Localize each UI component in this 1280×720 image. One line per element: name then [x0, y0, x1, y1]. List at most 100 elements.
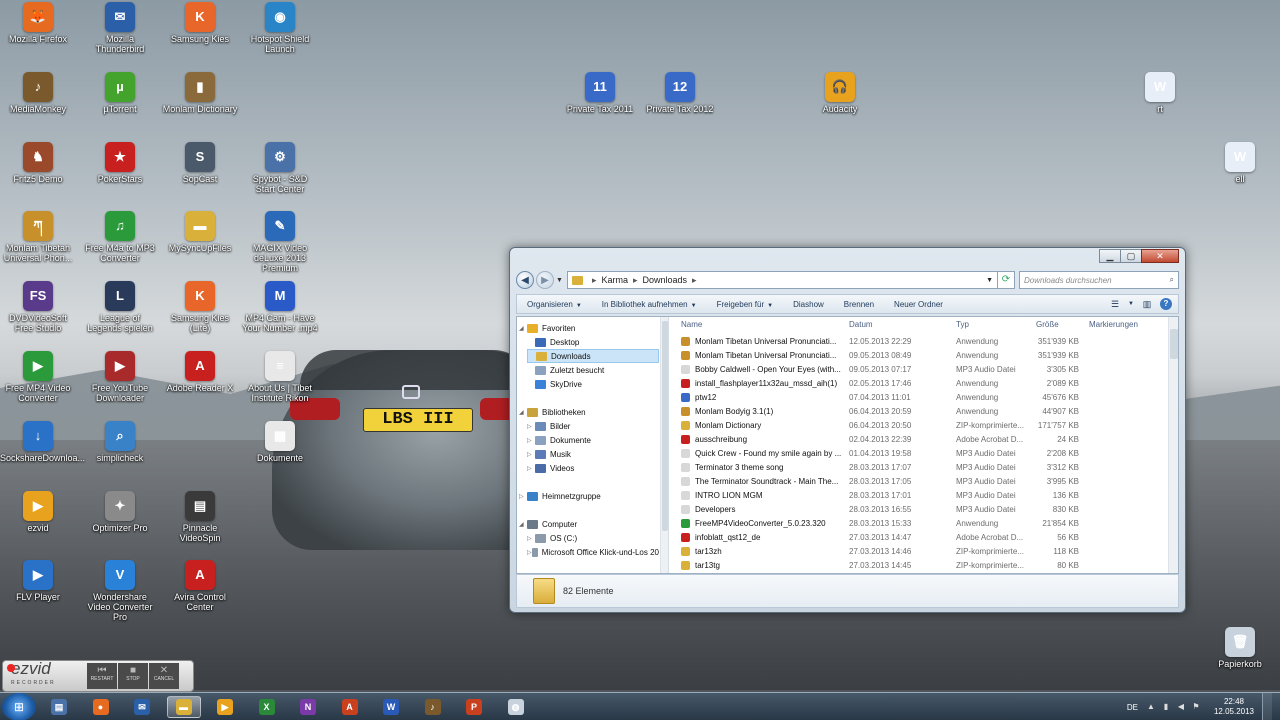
- expand-arrow-icon[interactable]: ▷: [527, 465, 535, 472]
- recent-pages-dropdown-icon[interactable]: ▼: [556, 277, 563, 284]
- desktop-shortcut[interactable]: ▬ MySyncUpFiles: [162, 211, 238, 253]
- taskbar-item[interactable]: ♪: [416, 696, 450, 718]
- column-header-2[interactable]: Typ: [956, 320, 969, 329]
- desktop-shortcut[interactable]: ▦ Dokumente: [242, 421, 318, 463]
- flag-icon[interactable]: ⚑: [1191, 702, 1201, 712]
- desktop-shortcut[interactable]: 11 Private Tax 2011: [562, 72, 638, 114]
- desktop-shortcut[interactable]: 🎧 Audacity: [802, 72, 878, 114]
- desktop-shortcut[interactable]: ▶ FLV Player: [0, 560, 76, 602]
- collapse-arrow-icon[interactable]: ◢: [519, 409, 527, 416]
- breadcrumb-chevron-icon[interactable]: ▸: [692, 275, 697, 286]
- forward-button[interactable]: ▶: [536, 271, 554, 289]
- taskbar-item[interactable]: ▬: [166, 696, 201, 718]
- cancel-button[interactable]: ✕ CANCEL: [149, 663, 179, 689]
- column-header-0[interactable]: Name: [681, 320, 702, 329]
- taskbar-item[interactable]: N: [291, 696, 325, 718]
- file-row[interactable]: Monlam Dictionary 06.04.2013 20:50 ZIP-kom…: [669, 419, 1168, 433]
- show-desktop-button[interactable]: [1262, 693, 1272, 720]
- file-row[interactable]: FreeMP4VideoConverter_5.0.23.320 28.03.20…: [669, 517, 1168, 531]
- desktop-shortcut[interactable]: ≡ About Us | Tibet Institute Rikon: [242, 351, 318, 403]
- breadcrumb-karma[interactable]: Karma: [601, 275, 628, 285]
- nav-item-microsoft-office-klick-und-los-20[interactable]: ▷ Microsoft Office Klick-und-Los 20: [527, 545, 659, 559]
- maximize-button[interactable]: ▢: [1120, 249, 1142, 263]
- desktop-shortcut[interactable]: ▤ Pinnacle VideoSpin: [162, 491, 238, 543]
- desktop-shortcut[interactable]: A Adobe Reader X: [162, 351, 238, 393]
- command-in-bibliothek-aufnehmen[interactable]: In Bibliothek aufnehmen ▼: [592, 300, 707, 309]
- nav-item-desktop[interactable]: Desktop: [527, 335, 659, 349]
- volume-icon[interactable]: ◀: [1176, 702, 1186, 712]
- view-dropdown-icon[interactable]: ▼: [1128, 298, 1134, 310]
- desktop-shortcut[interactable]: ★ PokerStars: [82, 142, 158, 184]
- file-row[interactable]: infoblatt_qst12_de 27.03.2013 14:47 Adobe …: [669, 531, 1168, 545]
- desktop-shortcut[interactable]: 12 Private Tax 2012: [642, 72, 718, 114]
- desktop-shortcut[interactable]: ▶ Free YouTube Downloader: [82, 351, 158, 403]
- stop-button[interactable]: ■ STOP: [118, 663, 148, 689]
- taskbar-item[interactable]: A: [333, 696, 367, 718]
- back-button[interactable]: ◀: [516, 271, 534, 289]
- expand-arrow-icon[interactable]: ▷: [527, 437, 535, 444]
- expand-arrow-icon[interactable]: ▷: [527, 535, 535, 542]
- breadcrumb-chevron-icon[interactable]: ▸: [633, 275, 638, 286]
- desktop-shortcut[interactable]: 🦊 Mozilla Firefox: [0, 2, 76, 44]
- minimize-button[interactable]: ▁: [1099, 249, 1121, 263]
- view-options-icon[interactable]: ☰: [1108, 298, 1122, 310]
- file-row[interactable]: INTRO LION MGM 28.03.2013 17:01 MP3 Audio …: [669, 489, 1168, 503]
- file-row[interactable]: Developers 28.03.2013 16:55 MP3 Audio Date…: [669, 503, 1168, 517]
- desktop-shortcut[interactable]: ♫ Free M4a to MP3 Converter: [82, 211, 158, 263]
- navigation-scroll-thumb[interactable]: [662, 321, 668, 531]
- desktop-shortcut[interactable]: ♪ MediaMonkey: [0, 72, 76, 114]
- address-bar[interactable]: ▸ Karma ▸ Downloads ▸ ▼: [566, 271, 998, 289]
- file-row[interactable]: ptw12 07.04.2013 11:01 Anwendung 45'676 KB: [669, 391, 1168, 405]
- desktop-shortcut[interactable]: ♞ Fritz5 Demo: [0, 142, 76, 184]
- file-row[interactable]: Terminator 3 theme song 28.03.2013 17:07 M…: [669, 461, 1168, 475]
- nav-item-skydrive[interactable]: SkyDrive: [527, 377, 659, 391]
- desktop-shortcut[interactable]: ▮ Monlam Dictionary: [162, 72, 238, 114]
- command-brennen[interactable]: Brennen: [834, 300, 884, 309]
- command-diashow[interactable]: Diashow: [783, 300, 834, 309]
- nav-item-downloads[interactable]: Downloads: [527, 349, 659, 363]
- search-input[interactable]: Downloads durchsuchen ⌕: [1019, 271, 1179, 289]
- start-button[interactable]: ⊞: [2, 693, 36, 720]
- desktop-shortcut[interactable]: µ µTorrent: [82, 72, 158, 114]
- command-neuer-ordner[interactable]: Neuer Ordner: [884, 300, 953, 309]
- desktop-shortcut[interactable]: ▶ ezvid: [0, 491, 76, 533]
- tray-expand-icon[interactable]: ▲: [1146, 702, 1156, 712]
- taskbar-item[interactable]: P: [457, 696, 491, 718]
- address-dropdown-icon[interactable]: ▼: [986, 277, 993, 284]
- search-icon[interactable]: ⌕: [1170, 275, 1174, 285]
- file-list-scrollbar[interactable]: [1168, 317, 1178, 573]
- taskbar-item[interactable]: ●: [84, 696, 118, 718]
- taskbar-item[interactable]: ✉: [125, 696, 159, 718]
- nav-item-bibliotheken[interactable]: ◢ Bibliotheken: [519, 405, 659, 419]
- collapse-arrow-icon[interactable]: ◢: [519, 521, 527, 528]
- column-header-4[interactable]: Markierungen: [1089, 320, 1138, 329]
- file-row[interactable]: Bobby Caldwell - Open Your Eyes (with...…: [669, 363, 1168, 377]
- taskbar-item[interactable]: ▶: [208, 696, 242, 718]
- desktop-shortcut[interactable]: 🗑 Papierkorb: [1202, 627, 1278, 669]
- desktop-shortcut[interactable]: V Wondershare Video Converter Pro: [82, 560, 158, 622]
- network-icon[interactable]: ▮: [1161, 702, 1171, 712]
- expand-arrow-icon[interactable]: ▷: [527, 423, 535, 430]
- desktop-shortcut[interactable]: FS DVDVideoSoft Free Studio: [0, 281, 76, 333]
- desktop-shortcut[interactable]: ↓ SockshareDownloa...: [0, 421, 85, 463]
- navigation-scrollbar[interactable]: [660, 317, 668, 573]
- preview-pane-icon[interactable]: ▥: [1140, 298, 1154, 310]
- desktop-shortcut[interactable]: ✎ MAGIX Video deLuxe 2013 Premium: [242, 211, 318, 273]
- breadcrumb-chevron-icon[interactable]: ▸: [592, 275, 597, 286]
- desktop-shortcut[interactable]: ◉ Hotspot Shield Launch: [242, 2, 318, 54]
- close-button[interactable]: ✕: [1141, 249, 1179, 263]
- column-header-1[interactable]: Datum: [849, 320, 873, 329]
- expand-arrow-icon[interactable]: ▷: [519, 493, 527, 500]
- help-icon[interactable]: ?: [1160, 298, 1172, 310]
- refresh-button[interactable]: ⟳: [997, 271, 1015, 289]
- nav-item-computer[interactable]: ◢ Computer: [519, 517, 659, 531]
- explorer-window[interactable]: ▁ ▢ ✕ ◀ ▶ ▼ ▸ Karma ▸ Downloads ▸ ▼ ⟳ Do…: [509, 247, 1186, 613]
- desktop-shortcut[interactable]: L League of Legends spielen: [82, 281, 158, 333]
- desktop-shortcut[interactable]: ▶ Free MP4 Video Converter: [0, 351, 76, 403]
- file-row[interactable]: tar13tg 27.03.2013 14:45 ZIP-komprimierte.…: [669, 559, 1168, 573]
- expand-arrow-icon[interactable]: ▷: [527, 451, 535, 458]
- desktop-shortcut[interactable]: K Samsung Kies (Lite): [162, 281, 238, 333]
- expand-arrow-icon[interactable]: ▷: [527, 549, 532, 556]
- command-freigeben-für[interactable]: Freigeben für ▼: [707, 300, 784, 309]
- desktop-shortcut[interactable]: ✦ Optimizer Pro: [82, 491, 158, 533]
